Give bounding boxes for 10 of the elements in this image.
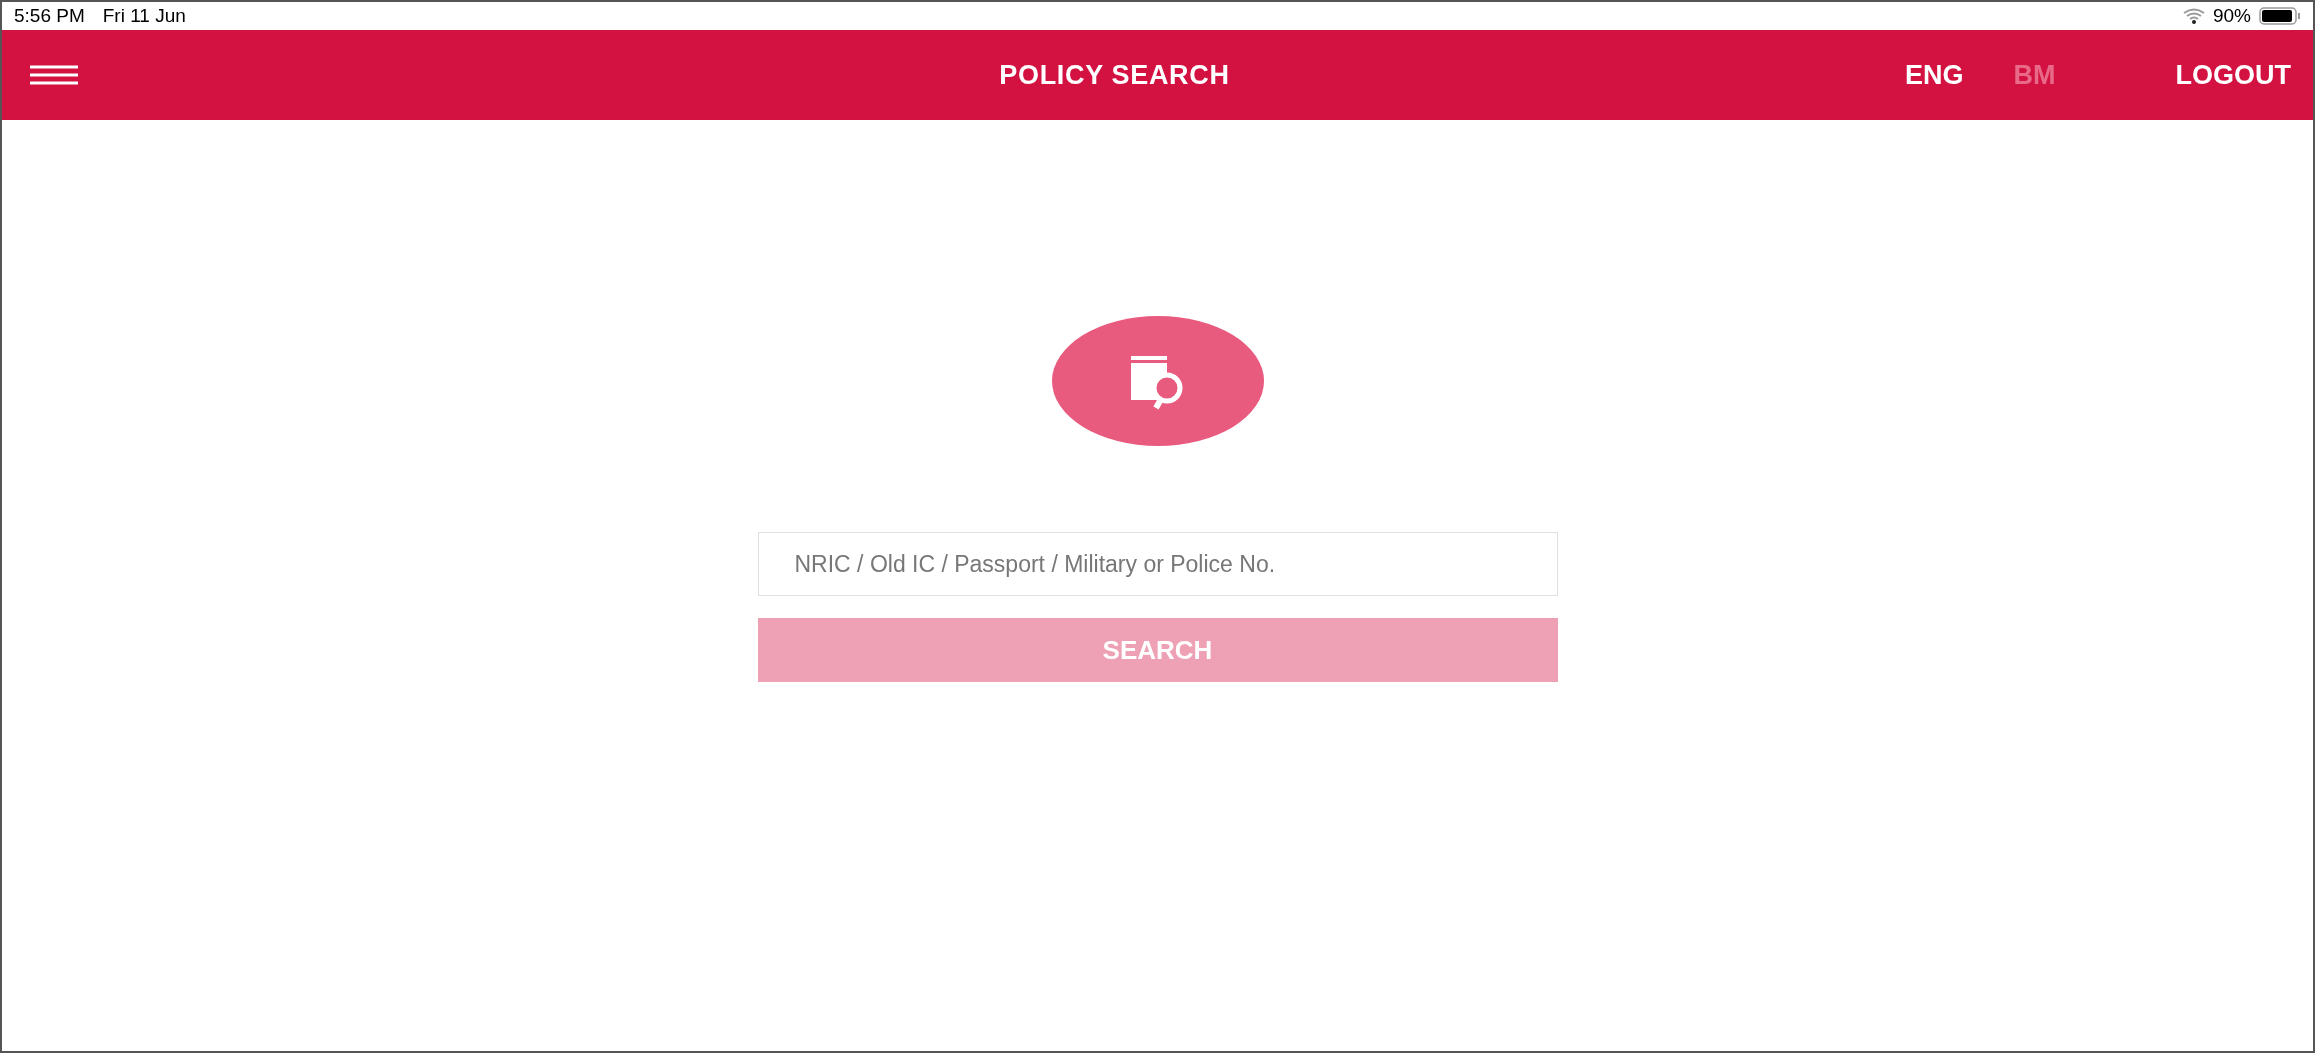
status-time: 5:56 PM <box>14 3 85 28</box>
page-title: POLICY SEARCH <box>999 58 1230 92</box>
menu-icon <box>30 64 78 86</box>
battery-percent: 90% <box>2212 3 2251 28</box>
battery-icon <box>2259 7 2301 25</box>
id-number-field[interactable]: NRIC / Old IC / Passport / Military or Police No. <box>757 532 1558 596</box>
logout-link[interactable]: LOGOUT <box>2175 54 2291 96</box>
status-date: Fri 11 Jun <box>102 3 186 28</box>
wifi-icon <box>2182 8 2205 24</box>
language-option[interactable]: ENG <box>1905 54 1964 96</box>
